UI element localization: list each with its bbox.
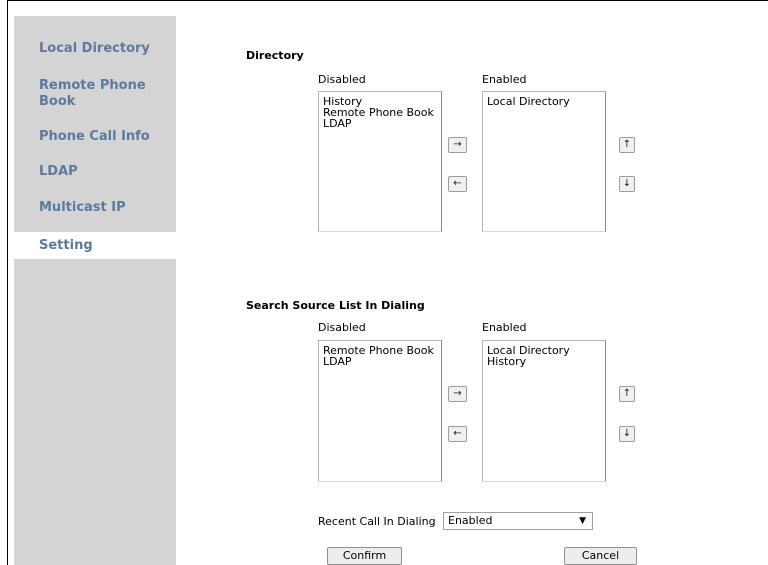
- search-source-section-title: Search Source List In Dialing: [246, 299, 425, 312]
- cancel-button[interactable]: Cancel: [564, 547, 637, 565]
- chevron-down-icon: ▼: [579, 516, 586, 526]
- sidebar-item-phone-call-info[interactable]: Phone Call Info: [14, 129, 176, 145]
- list-item[interactable]: LDAP: [323, 118, 441, 129]
- list-item[interactable]: Local Directory: [487, 96, 605, 107]
- arrow-down-icon: ↓: [622, 428, 632, 439]
- arrow-left-icon: ←: [453, 178, 462, 189]
- directory-move-down-button[interactable]: ↓: [619, 176, 635, 192]
- arrow-up-icon: ↑: [622, 139, 632, 150]
- list-item[interactable]: History: [487, 356, 605, 367]
- directory-enabled-label: Enabled: [482, 73, 527, 86]
- search-source-enabled-label: Enabled: [482, 321, 527, 334]
- list-item[interactable]: LDAP: [323, 356, 441, 367]
- sidebar-item-multicast-ip[interactable]: Multicast IP: [14, 200, 176, 216]
- directory-move-up-button[interactable]: ↑: [619, 137, 635, 153]
- directory-enabled-list[interactable]: Local Directory: [482, 91, 606, 232]
- arrow-down-icon: ↓: [622, 178, 632, 189]
- search-source-move-left-button[interactable]: ←: [448, 426, 467, 442]
- confirm-button[interactable]: Confirm: [327, 547, 402, 565]
- sidebar-item-local-directory[interactable]: Local Directory: [14, 41, 176, 57]
- sidebar-item-remote-phone-book[interactable]: Remote Phone Book: [14, 78, 176, 110]
- arrow-right-icon: →: [453, 139, 462, 150]
- search-source-move-right-button[interactable]: →: [448, 386, 467, 402]
- directory-move-right-button[interactable]: →: [448, 137, 467, 153]
- recent-call-label: Recent Call In Dialing: [318, 515, 436, 528]
- search-source-move-down-button[interactable]: ↓: [619, 426, 635, 442]
- directory-disabled-label: Disabled: [318, 73, 366, 86]
- directory-section-title: Directory: [246, 49, 304, 62]
- directory-disabled-list[interactable]: History Remote Phone Book LDAP: [318, 91, 442, 232]
- recent-call-value: Enabled: [448, 514, 493, 527]
- sidebar-item-setting[interactable]: Setting: [14, 232, 185, 259]
- arrow-left-icon: ←: [453, 428, 462, 439]
- arrow-right-icon: →: [453, 388, 462, 399]
- directory-move-left-button[interactable]: ←: [448, 176, 467, 192]
- arrow-up-icon: ↑: [622, 388, 632, 399]
- sidebar: Local Directory Remote Phone Book Phone …: [14, 16, 185, 565]
- search-source-enabled-list[interactable]: Local Directory History: [482, 340, 606, 482]
- sidebar-item-ldap[interactable]: LDAP: [14, 164, 176, 180]
- search-source-disabled-label: Disabled: [318, 321, 366, 334]
- recent-call-select[interactable]: Enabled ▼: [443, 512, 593, 530]
- search-source-disabled-list[interactable]: Remote Phone Book LDAP: [318, 340, 442, 482]
- search-source-move-up-button[interactable]: ↑: [619, 386, 635, 402]
